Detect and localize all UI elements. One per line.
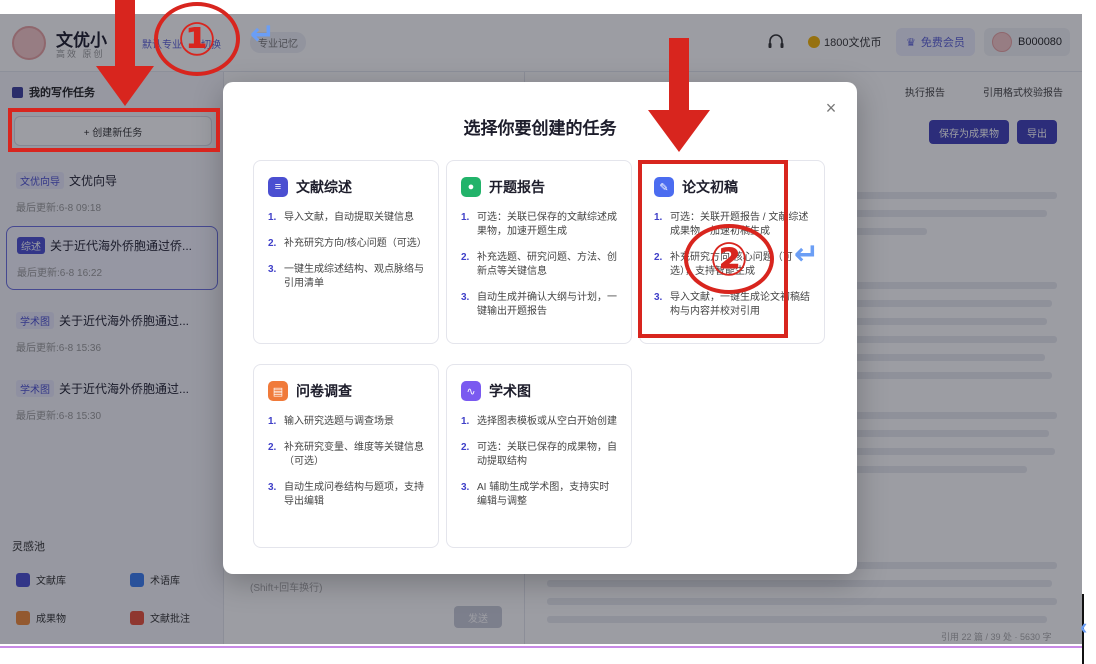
close-icon[interactable]: × bbox=[821, 98, 841, 118]
card-step: 可选：关联已保存的文献综述成果物，加速开题生成 bbox=[477, 212, 617, 237]
card-step: 补充选题、研究问题、方法、创新点等关键信息 bbox=[477, 252, 617, 277]
card-step: AI 辅助生成学术图，支持实时编辑与调整 bbox=[477, 482, 610, 507]
card-step: 自动生成并确认大纲与计划，一键输出开题报告 bbox=[477, 292, 617, 317]
card-title: 学术图 bbox=[489, 383, 531, 399]
card-title: 问卷调查 bbox=[296, 383, 352, 399]
literature-review-icon: ≡ bbox=[268, 177, 288, 197]
card-questionnaire[interactable]: ▤ 问卷调查 1. 输入研究选题与调查场景 2. 补充研究变量、维度等关键信息（可选… bbox=[253, 364, 439, 548]
divider bbox=[0, 646, 1082, 648]
card-title: 开题报告 bbox=[489, 179, 545, 195]
down-arrow-icon bbox=[96, 0, 154, 106]
card-title: 文献综述 bbox=[296, 179, 352, 195]
card-step: 补充研究变量、维度等关键信息（可选） bbox=[284, 442, 424, 467]
card-proposal[interactable]: ● 开题报告 1. 可选：关联已保存的文献综述成果物，加速开题生成 2. 补充选题、… bbox=[446, 160, 632, 344]
card-step: 输入研究选题与调查场景 bbox=[284, 416, 394, 427]
card-step: 导入文献，自动提取关键信息 bbox=[284, 212, 414, 223]
card-step: 可选：关联已保存的成果物，自动提取结构 bbox=[477, 442, 617, 467]
card-academic-figure[interactable]: ∿ 学术图 1. 选择图表模板或从空白开始创建 2. 可选：关联已保存的成果物，自动… bbox=[446, 364, 632, 548]
down-arrow-icon bbox=[648, 38, 710, 152]
modal-title: 选择你要创建的任务 bbox=[463, 119, 617, 138]
left-arrow-icon: ‹ bbox=[1080, 614, 1088, 639]
card-step: 自动生成问卷结构与题项，支持导出编辑 bbox=[284, 482, 424, 507]
return-arrow-icon: ↵ bbox=[250, 18, 276, 51]
card-step: 选择图表模板或从空白开始创建 bbox=[477, 416, 617, 427]
card-step: 一键生成综述结构、观点脉络与引用清单 bbox=[284, 264, 424, 289]
highlight-create-task bbox=[8, 108, 220, 152]
return-arrow-icon: ↵ bbox=[794, 238, 820, 271]
step-one-marker: ① bbox=[154, 2, 240, 76]
step-two-marker: ② bbox=[684, 224, 774, 294]
proposal-icon: ● bbox=[461, 177, 481, 197]
questionnaire-icon: ▤ bbox=[268, 381, 288, 401]
card-literature-review[interactable]: ≡ 文献综述 1. 导入文献，自动提取关键信息 2. 补充研究方向/核心问题（可选）… bbox=[253, 160, 439, 344]
card-step: 补充研究方向/核心问题（可选） bbox=[284, 238, 427, 249]
academic-figure-icon: ∿ bbox=[461, 381, 481, 401]
